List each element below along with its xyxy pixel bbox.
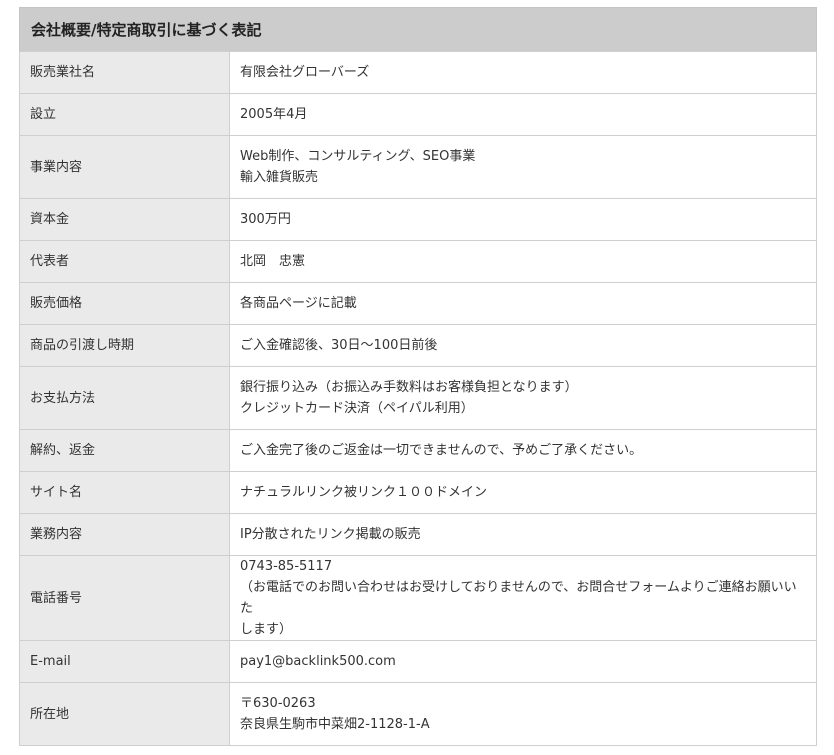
row-value: 0743-85-5117 （お電話でのお問い合わせはお受けしておりませんので、お… [229,555,817,641]
table-row: 販売価格 各商品ページに記載 [19,282,817,325]
row-value: 2005年4月 [229,93,817,136]
value-line: ナチュラルリンク被リンク１００ドメイン [240,485,488,500]
row-label: お支払方法 [19,366,230,430]
row-label: 電話番号 [19,555,230,641]
row-label: 代表者 [19,240,230,283]
value-line: 銀行振り込み（お振込み手数料はお客様負担となります） [240,380,578,395]
table-row: 所在地 〒630-0263 奈良県生駒市中菜畑2-1128-1-A [19,682,817,746]
row-value: 各商品ページに記載 [229,282,817,325]
table-row: 解約、返金 ご入金完了後のご返金は一切できませんので、予めご了承ください。 [19,429,817,472]
row-value: 300万円 [229,198,817,241]
row-value: 北岡 忠憲 [229,240,817,283]
table-row: 代表者 北岡 忠憲 [19,240,817,283]
value-line: クレジットカード決済（ペイパル利用） [240,401,474,416]
company-info-section: 会社概要/特定商取引に基づく表記 販売業社名 有限会社グローバーズ 設立 200… [19,7,817,746]
row-value: IP分散されたリンク掲載の販売 [229,513,817,556]
value-line: 有限会社グローバーズ [240,65,370,80]
row-value: pay1@backlink500.com [229,640,817,683]
row-label: サイト名 [19,471,230,514]
row-label: 資本金 [19,198,230,241]
value-line: 〒630-0263 [240,696,316,711]
email-value: pay1@backlink500.com [240,654,396,669]
value-line: 各商品ページに記載 [240,296,357,311]
value-line: 北岡 忠憲 [240,254,306,269]
section-title: 会社概要/特定商取引に基づく表記 [19,7,817,51]
value-line: Web制作、コンサルティング、SEO事業 [240,149,476,164]
value-line: 2005年4月 [240,107,308,122]
table-row: E-mail pay1@backlink500.com [19,640,817,683]
table-row: 資本金 300万円 [19,198,817,241]
table-row: サイト名 ナチュラルリンク被リンク１００ドメイン [19,471,817,514]
row-label: 販売業社名 [19,51,230,94]
row-label: 事業内容 [19,135,230,199]
row-label: 販売価格 [19,282,230,325]
row-value: 〒630-0263 奈良県生駒市中菜畑2-1128-1-A [229,682,817,746]
row-value: Web制作、コンサルティング、SEO事業 輸入雑貨販売 [229,135,817,199]
value-line: ご入金確認後、30日～100日前後 [240,338,438,353]
value-line: 奈良県生駒市中菜畑2-1128-1-A [240,717,430,732]
row-value: ご入金確認後、30日～100日前後 [229,324,817,367]
table-row: 業務内容 IP分散されたリンク掲載の販売 [19,513,817,556]
row-label: 業務内容 [19,513,230,556]
row-value: ご入金完了後のご返金は一切できませんので、予めご了承ください。 [229,429,817,472]
row-label: 所在地 [19,682,230,746]
value-line: 0743-85-5117 [240,559,333,574]
row-label: 商品の引渡し時期 [19,324,230,367]
value-line: 輸入雑貨販売 [240,170,319,185]
row-value: 有限会社グローバーズ [229,51,817,94]
company-info-table: 販売業社名 有限会社グローバーズ 設立 2005年4月 事業内容 Web制作、コ… [19,51,817,746]
value-line: します） [240,622,293,637]
table-row: 設立 2005年4月 [19,93,817,136]
table-row: 商品の引渡し時期 ご入金確認後、30日～100日前後 [19,324,817,367]
table-row: 事業内容 Web制作、コンサルティング、SEO事業 輸入雑貨販売 [19,135,817,199]
row-label: 設立 [19,93,230,136]
row-value: 銀行振り込み（お振込み手数料はお客様負担となります） クレジットカード決済（ペイ… [229,366,817,430]
table-row: 販売業社名 有限会社グローバーズ [19,51,817,94]
row-label: 解約、返金 [19,429,230,472]
table-row: 電話番号 0743-85-5117 （お電話でのお問い合わせはお受けしておりませ… [19,555,817,641]
value-line: 300万円 [240,212,291,227]
value-line: （お電話でのお問い合わせはお受けしておりませんので、お問合せフォームよりご連絡お… [240,580,797,616]
value-line: ご入金完了後のご返金は一切できませんので、予めご了承ください。 [240,443,643,458]
table-row: お支払方法 銀行振り込み（お振込み手数料はお客様負担となります） クレジットカー… [19,366,817,430]
value-line: IP分散されたリンク掲載の販売 [240,527,421,542]
row-label: E-mail [19,640,230,683]
row-value: ナチュラルリンク被リンク１００ドメイン [229,471,817,514]
